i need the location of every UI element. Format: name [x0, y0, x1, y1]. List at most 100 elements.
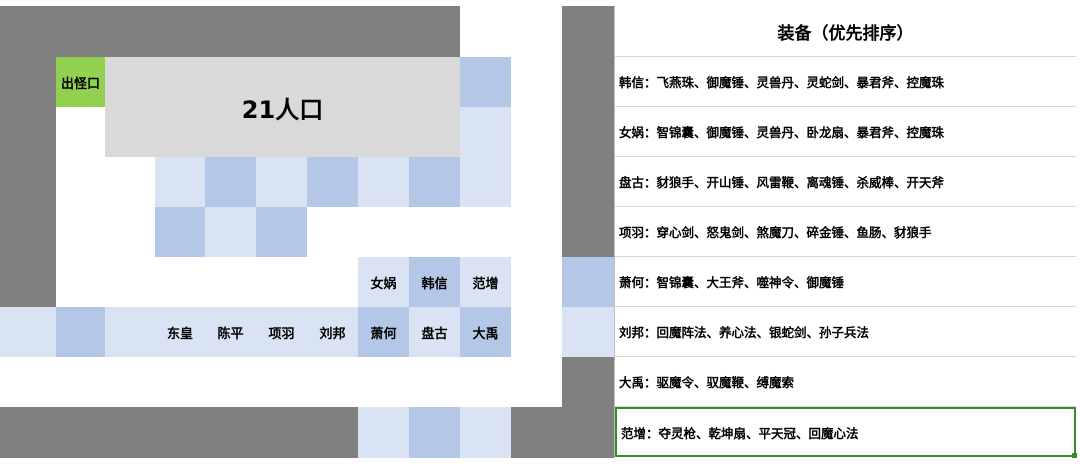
grid-cell[interactable] [0, 357, 56, 407]
grid-cell[interactable] [307, 157, 358, 207]
grid-cell[interactable] [155, 6, 205, 57]
grid-cell[interactable] [307, 207, 358, 257]
grid-cell[interactable] [205, 157, 256, 207]
grid-cell[interactable] [562, 6, 614, 57]
grid-cell[interactable] [460, 57, 511, 107]
equipment-row[interactable]: 刘邦：回魔阵法、养心法、银蛇剑、孙子兵法 [615, 307, 1076, 357]
grid-cell[interactable] [358, 157, 409, 207]
hero-label: 范增 [472, 276, 499, 292]
grid-cell[interactable] [307, 6, 358, 57]
grid-cell[interactable] [0, 6, 56, 57]
grid-cell[interactable] [0, 207, 56, 257]
grid-cell[interactable] [307, 257, 358, 307]
grid-cell[interactable] [56, 207, 105, 257]
grid-cell[interactable] [0, 57, 56, 107]
grid-cell[interactable] [307, 407, 358, 458]
grid-cell[interactable] [105, 6, 155, 57]
grid-cell[interactable] [0, 407, 56, 458]
grid-cell[interactable] [460, 107, 511, 157]
grid-cell[interactable] [256, 157, 307, 207]
grid-cell[interactable] [256, 6, 307, 57]
grid-cell[interactable] [562, 407, 614, 458]
equipment-row[interactable]: 韩信：飞燕珠、御魔锤、灵兽丹、灵蛇剑、暴君斧、控魔珠 [615, 57, 1076, 107]
grid-cell[interactable] [105, 307, 155, 357]
grid-cell[interactable] [460, 6, 511, 57]
grid-cell[interactable] [205, 407, 256, 458]
grid-cell[interactable] [511, 407, 562, 458]
grid-cell[interactable] [409, 407, 460, 458]
equipment-row[interactable]: 女娲：智锦囊、御魔锤、灵兽丹、卧龙扇、暴君斧、控魔珠 [615, 107, 1076, 157]
hero-label: 盘古 [421, 326, 448, 342]
grid-cell[interactable] [56, 407, 105, 458]
grid-cell[interactable] [460, 357, 511, 407]
grid-cell[interactable] [105, 157, 155, 207]
grid-cell[interactable] [155, 257, 205, 307]
grid-cell[interactable] [358, 357, 409, 407]
grid-cell[interactable] [105, 357, 155, 407]
grid-cell[interactable] [562, 307, 614, 357]
hero-label: 韩信 [421, 276, 448, 292]
grid-cell[interactable] [460, 407, 511, 458]
grid-cell[interactable] [511, 157, 562, 207]
grid-cell[interactable] [256, 407, 307, 458]
grid-cell[interactable] [105, 407, 155, 458]
grid-cell[interactable] [511, 107, 562, 157]
grid-cell[interactable] [562, 107, 614, 157]
grid-cell[interactable] [155, 207, 205, 257]
equipment-row[interactable]: 项羽：穿心剑、怒鬼剑、煞魔刀、碎金锤、鱼肠、豺狼手 [615, 207, 1076, 257]
grid-cell[interactable] [56, 357, 105, 407]
hero-label: 大禹 [472, 326, 499, 342]
grid-cell[interactable] [0, 257, 56, 307]
grid-cell[interactable] [511, 6, 562, 57]
grid-cell[interactable] [56, 6, 105, 57]
grid-cell[interactable] [511, 257, 562, 307]
grid-cell[interactable] [155, 157, 205, 207]
grid-cell[interactable] [155, 357, 205, 407]
grid-cell[interactable] [256, 357, 307, 407]
grid-cell[interactable] [155, 407, 205, 458]
grid-cell[interactable] [205, 357, 256, 407]
fill-handle[interactable] [1072, 453, 1077, 458]
grid-cell[interactable] [105, 257, 155, 307]
grid-cell[interactable] [0, 307, 56, 357]
grid-cell[interactable] [105, 207, 155, 257]
grid-cell[interactable] [562, 257, 614, 307]
grid-cell[interactable] [460, 157, 511, 207]
grid-cell[interactable] [205, 207, 256, 257]
grid-cell[interactable] [409, 157, 460, 207]
hero-label: 刘邦 [319, 326, 346, 342]
grid-cell[interactable] [256, 207, 307, 257]
equipment-row[interactable]: 大禹：驱魔令、驭魔鞭、缚魔索 [615, 357, 1076, 407]
equipment-row-selected[interactable]: 范增：夺灵枪、乾坤扇、平天冠、回魔心法 [615, 407, 1077, 458]
equipment-row[interactable]: 萧何：智锦囊、大王斧、噬神令、御魔锤 [615, 257, 1076, 307]
grid-cell[interactable] [409, 357, 460, 407]
grid-cell[interactable] [460, 207, 511, 257]
equipment-row[interactable]: 盘古：豺狼手、开山锤、风雷鞭、离魂锤、杀威棒、开天斧 [615, 157, 1076, 207]
grid-cell[interactable] [511, 357, 562, 407]
grid-cell[interactable] [562, 207, 614, 257]
grid-cell[interactable] [562, 357, 614, 407]
panel-title[interactable]: 装备（优先排序） [615, 6, 1076, 57]
grid-cell[interactable] [511, 207, 562, 257]
grid-cell[interactable] [358, 6, 409, 57]
grid-cell[interactable] [307, 357, 358, 407]
grid-cell[interactable] [358, 407, 409, 458]
hero-label: 项羽 [268, 326, 295, 342]
grid-cell[interactable] [562, 57, 614, 107]
grid-cell[interactable] [358, 207, 409, 257]
grid-cell[interactable] [511, 57, 562, 107]
grid-cell[interactable] [0, 157, 56, 207]
grid-cell[interactable] [56, 257, 105, 307]
grid-cell[interactable] [205, 257, 256, 307]
grid-cell[interactable] [0, 107, 56, 157]
grid-cell[interactable] [56, 307, 105, 357]
equipment-panel: 装备（优先排序） 韩信：飞燕珠、御魔锤、灵兽丹、灵蛇剑、暴君斧、控魔珠 女娲：智… [614, 6, 1077, 458]
grid-cell[interactable] [409, 207, 460, 257]
grid-cell[interactable] [256, 257, 307, 307]
grid-cell[interactable] [409, 6, 460, 57]
grid-cell[interactable] [56, 107, 105, 157]
grid-cell[interactable] [511, 307, 562, 357]
grid-cell[interactable] [562, 157, 614, 207]
grid-cell[interactable] [56, 157, 105, 207]
grid-cell[interactable] [205, 6, 256, 57]
